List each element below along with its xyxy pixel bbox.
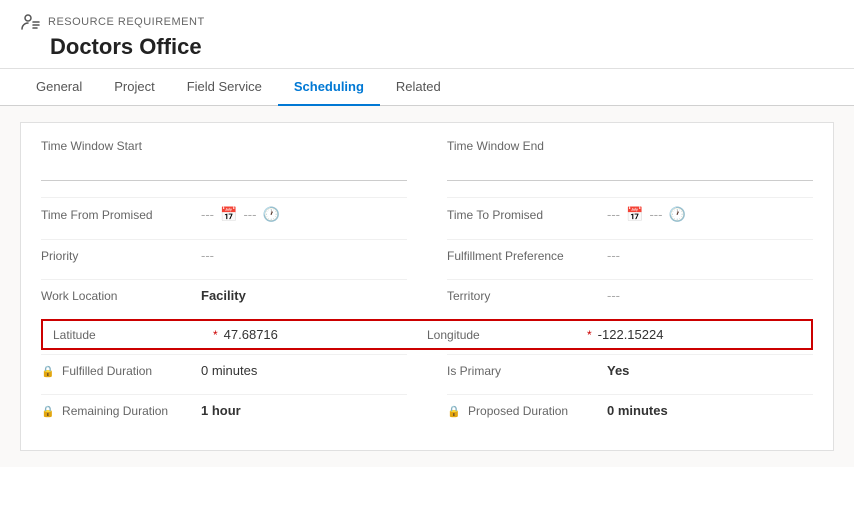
lock-icon-fulfilled: 🔒: [41, 366, 55, 378]
is-primary-value: Yes: [607, 363, 629, 378]
calendar-icon-from[interactable]: 📅: [220, 206, 237, 223]
priority-value: ---: [201, 248, 214, 263]
form-section: Time Window Start Time Window End Time F…: [20, 122, 834, 451]
tab-scheduling[interactable]: Scheduling: [278, 69, 380, 106]
work-location-value: Facility: [201, 288, 246, 303]
time-from-promised-label: Time From Promised: [41, 208, 201, 222]
is-primary-label: Is Primary: [447, 364, 607, 378]
latitude-required-star: *: [213, 328, 218, 342]
page-title: Doctors Office: [20, 34, 834, 60]
work-location-field: Work Location Facility: [41, 279, 407, 311]
longitude-value: -122.15224: [598, 327, 664, 342]
time-window-end-field: Time Window End: [447, 139, 813, 181]
latitude-value: 47.68716: [224, 327, 278, 342]
priority-label: Priority: [41, 249, 201, 263]
fulfilled-row: 🔒 Fulfilled Duration 0 minutes Is Primar…: [41, 354, 813, 386]
calendar-icon-to[interactable]: 📅: [626, 206, 643, 223]
time-to-promised-field: Time To Promised --- 📅 --- 🕐: [447, 197, 813, 231]
time-window-end-input[interactable]: [447, 157, 813, 181]
remaining-duration-label: 🔒 Remaining Duration: [41, 404, 201, 418]
proposed-duration-label: 🔒 Proposed Duration: [447, 404, 607, 418]
nav-tabs: General Project Field Service Scheduling…: [0, 69, 854, 106]
time-from-dash2: ---: [243, 207, 256, 222]
location-row: Work Location Facility Territory ---: [41, 279, 813, 311]
time-window-start-input[interactable]: [41, 157, 407, 181]
time-promised-row: Time From Promised --- 📅 --- 🕐 Time To P…: [41, 197, 813, 231]
lock-icon-proposed: 🔒: [447, 406, 461, 418]
resource-label: RESOURCE REQUIREMENT: [20, 12, 834, 32]
time-window-start-field: Time Window Start: [41, 139, 407, 181]
resource-icon: [20, 12, 40, 32]
proposed-duration-value: 0 minutes: [607, 403, 668, 418]
time-to-dash2: ---: [649, 207, 662, 222]
clock-icon-to[interactable]: 🕐: [668, 206, 685, 223]
priority-field: Priority ---: [41, 239, 407, 271]
time-window-start-label: Time Window Start: [41, 139, 407, 153]
is-primary-field: Is Primary Yes: [447, 354, 813, 386]
lock-icon-remaining: 🔒: [41, 406, 55, 418]
fulfilled-duration-field: 🔒 Fulfilled Duration 0 minutes: [41, 354, 407, 386]
territory-label: Territory: [447, 289, 607, 303]
fulfillment-preference-field: Fulfillment Preference ---: [447, 239, 813, 271]
territory-field: Territory ---: [447, 279, 813, 311]
territory-value: ---: [607, 288, 620, 303]
fulfillment-preference-label: Fulfillment Preference: [447, 249, 607, 263]
time-to-promised-label: Time To Promised: [447, 208, 607, 222]
priority-row: Priority --- Fulfillment Preference ---: [41, 239, 813, 271]
latitude-col: Latitude * 47.68716: [53, 327, 427, 342]
tab-general[interactable]: General: [20, 69, 98, 106]
lat-lng-highlight-row: Latitude * 47.68716 Longitude * -122.152…: [41, 319, 813, 350]
tab-project[interactable]: Project: [98, 69, 170, 106]
tab-field-service[interactable]: Field Service: [171, 69, 278, 106]
proposed-duration-field: 🔒 Proposed Duration 0 minutes: [447, 394, 813, 426]
time-to-dash1: ---: [607, 207, 620, 222]
remaining-row: 🔒 Remaining Duration 1 hour 🔒 Proposed D…: [41, 394, 813, 426]
time-window-end-label: Time Window End: [447, 139, 813, 153]
clock-icon-from[interactable]: 🕐: [262, 206, 279, 223]
header: RESOURCE REQUIREMENT Doctors Office: [0, 0, 854, 69]
tab-related[interactable]: Related: [380, 69, 457, 106]
longitude-required-star: *: [587, 328, 592, 342]
fulfilled-duration-label: 🔒 Fulfilled Duration: [41, 364, 201, 378]
remaining-duration-field: 🔒 Remaining Duration 1 hour: [41, 394, 407, 426]
fulfillment-preference-value: ---: [607, 248, 620, 263]
fulfilled-duration-value: 0 minutes: [201, 363, 257, 378]
work-location-label: Work Location: [41, 289, 201, 303]
time-from-promised-field: Time From Promised --- 📅 --- 🕐: [41, 197, 407, 231]
content-area: Time Window Start Time Window End Time F…: [0, 106, 854, 467]
longitude-label: Longitude: [427, 328, 587, 342]
latitude-label: Latitude: [53, 328, 213, 342]
remaining-duration-value: 1 hour: [201, 403, 241, 418]
longitude-col: Longitude * -122.15224: [427, 327, 801, 342]
time-from-dash1: ---: [201, 207, 214, 222]
time-window-row: Time Window Start Time Window End: [41, 139, 813, 181]
